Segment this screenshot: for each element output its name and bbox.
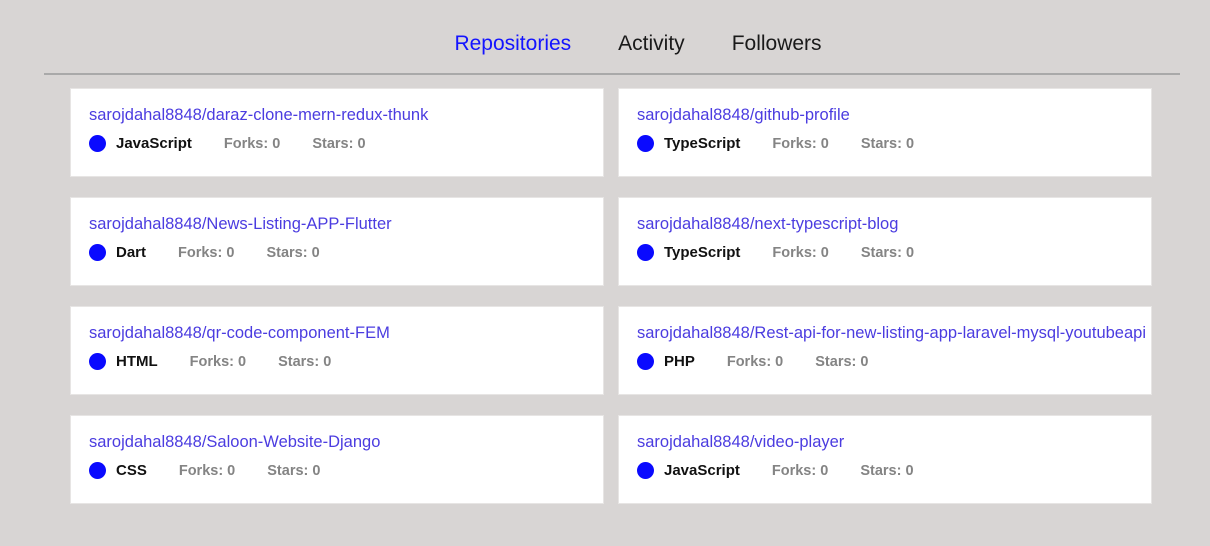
stars-count: Stars: 0 xyxy=(815,353,869,370)
language-color-dot-icon xyxy=(89,135,106,152)
language-label: CSS xyxy=(116,462,147,479)
stars-count: Stars: 0 xyxy=(312,135,366,152)
profile-tabbar: Repositories Activity Followers xyxy=(44,30,1180,75)
language-label: Dart xyxy=(116,244,147,261)
language-color-dot-icon xyxy=(637,135,654,152)
repository-card[interactable]: sarojdahal8848/next-typescript-blog Type… xyxy=(618,197,1152,286)
forks-count: Forks: 0 xyxy=(189,353,247,370)
repository-meta: Dart Forks: 0 Stars: 0 xyxy=(89,244,585,261)
stars-count: Stars: 0 xyxy=(266,244,320,261)
repository-meta: HTML Forks: 0 Stars: 0 xyxy=(89,353,585,370)
repository-link[interactable]: sarojdahal8848/Rest-api-for-new-listing-… xyxy=(637,323,1146,343)
language-label: JavaScript xyxy=(116,135,192,152)
repository-link[interactable]: sarojdahal8848/daraz-clone-mern-redux-th… xyxy=(89,105,585,125)
repository-link[interactable]: sarojdahal8848/video-player xyxy=(637,432,1133,452)
repository-link[interactable]: sarojdahal8848/next-typescript-blog xyxy=(637,214,1133,234)
tab-repositories[interactable]: Repositories xyxy=(454,30,571,58)
stars-count: Stars: 0 xyxy=(860,462,914,479)
stars-count: Stars: 0 xyxy=(860,135,915,152)
language-label: TypeScript xyxy=(664,244,741,261)
language-color-dot-icon xyxy=(89,462,106,479)
forks-count: Forks: 0 xyxy=(178,462,236,479)
repository-card[interactable]: sarojdahal8848/daraz-clone-mern-redux-th… xyxy=(70,88,604,177)
language-color-dot-icon xyxy=(89,244,106,261)
language-label: JavaScript xyxy=(664,462,740,479)
profile-page: Repositories Activity Followers sarojdah… xyxy=(0,0,1210,546)
repository-link[interactable]: sarojdahal8848/Saloon-Website-Django xyxy=(89,432,585,452)
repository-card[interactable]: sarojdahal8848/News-Listing-APP-Flutter … xyxy=(70,197,604,286)
language-color-dot-icon xyxy=(637,462,654,479)
forks-count: Forks: 0 xyxy=(223,135,281,152)
repository-card[interactable]: sarojdahal8848/qr-code-component-FEM HTM… xyxy=(70,306,604,395)
tab-followers[interactable]: Followers xyxy=(732,30,822,58)
forks-count: Forks: 0 xyxy=(772,244,829,261)
repository-card[interactable]: sarojdahal8848/github-profile TypeScript… xyxy=(618,88,1152,177)
language-label: PHP xyxy=(664,353,695,370)
language-label: HTML xyxy=(116,353,158,370)
repository-grid: sarojdahal8848/daraz-clone-mern-redux-th… xyxy=(70,88,1152,504)
language-color-dot-icon xyxy=(89,353,106,370)
repository-meta: JavaScript Forks: 0 Stars: 0 xyxy=(637,462,1133,479)
language-color-dot-icon xyxy=(637,244,654,261)
forks-count: Forks: 0 xyxy=(772,135,829,152)
repository-meta: PHP Forks: 0 Stars: 0 xyxy=(637,353,1133,370)
stars-count: Stars: 0 xyxy=(860,244,915,261)
forks-count: Forks: 0 xyxy=(771,462,829,479)
repository-meta: CSS Forks: 0 Stars: 0 xyxy=(89,462,585,479)
repository-link[interactable]: sarojdahal8848/qr-code-component-FEM xyxy=(89,323,585,343)
stars-count: Stars: 0 xyxy=(267,462,321,479)
repository-card[interactable]: sarojdahal8848/video-player JavaScript F… xyxy=(618,415,1152,504)
tab-activity[interactable]: Activity xyxy=(618,30,685,58)
repository-meta: TypeScript Forks: 0 Stars: 0 xyxy=(637,244,1133,261)
repository-link[interactable]: sarojdahal8848/github-profile xyxy=(637,105,1133,125)
repository-card[interactable]: sarojdahal8848/Rest-api-for-new-listing-… xyxy=(618,306,1152,395)
repository-meta: TypeScript Forks: 0 Stars: 0 xyxy=(637,135,1133,152)
language-label: TypeScript xyxy=(664,135,741,152)
forks-count: Forks: 0 xyxy=(178,244,235,261)
repository-link[interactable]: sarojdahal8848/News-Listing-APP-Flutter xyxy=(89,214,585,234)
repository-meta: JavaScript Forks: 0 Stars: 0 xyxy=(89,135,585,152)
repository-card[interactable]: sarojdahal8848/Saloon-Website-Django CSS… xyxy=(70,415,604,504)
tab-list: Repositories Activity Followers xyxy=(454,30,821,58)
language-color-dot-icon xyxy=(637,353,654,370)
stars-count: Stars: 0 xyxy=(278,353,332,370)
forks-count: Forks: 0 xyxy=(726,353,784,370)
